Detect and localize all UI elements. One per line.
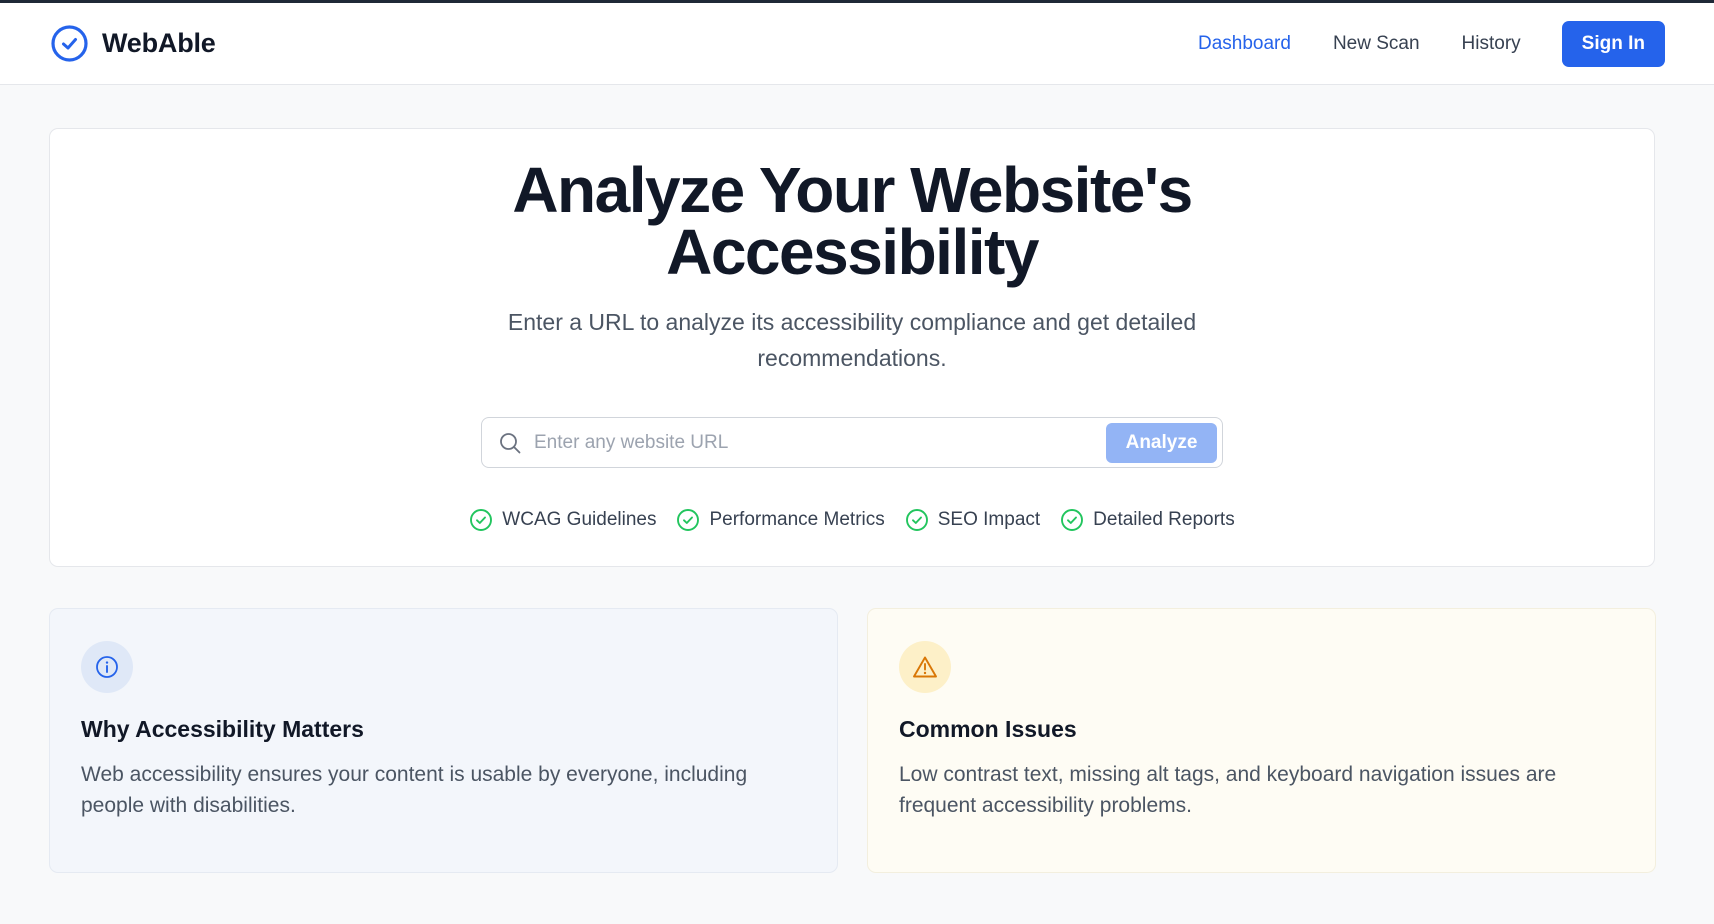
hero-subtitle-line: Enter a URL to analyze its accessibility…: [507, 309, 1197, 335]
check-circle-icon: [676, 508, 700, 532]
card-title: Why Accessibility Matters: [81, 716, 364, 742]
search-icon: [498, 431, 522, 455]
nav-new-scan[interactable]: New Scan: [1333, 33, 1420, 55]
hero-title-line: Analyze Your Website's: [512, 154, 1193, 226]
check-circle-icon: [905, 508, 929, 532]
feature-item: SEO Impact: [905, 508, 1040, 532]
url-input[interactable]: [534, 418, 1106, 467]
sign-in-button[interactable]: Sign In: [1561, 20, 1665, 67]
card-text: Low contrast text, missing alt tags, and…: [899, 759, 1625, 821]
check-circle-icon: [1060, 508, 1084, 532]
feature-label: Performance Metrics: [709, 509, 885, 530]
feature-label: Detailed Reports: [1093, 509, 1235, 530]
feature-label: SEO Impact: [937, 509, 1041, 530]
check-circle-icon: [50, 24, 89, 63]
card-text: Web accessibility ensures your content i…: [81, 759, 807, 821]
info-card-common-issues: Common Issues Low contrast text, missing…: [867, 608, 1656, 873]
card-text-line: Low contrast text, missing alt tags, and…: [899, 763, 1557, 786]
brand[interactable]: WebAble: [50, 24, 216, 63]
feature-item: WCAG Guidelines: [469, 508, 656, 532]
feature-item: Detailed Reports: [1060, 508, 1235, 532]
hero-subtitle-line: recommendations.: [757, 345, 947, 371]
hero-title: Analyze Your Website's Accessibility: [50, 154, 1654, 288]
feature-list: WCAG Guidelines Performance Metrics SEO …: [50, 508, 1654, 532]
hero-panel: Analyze Your Website's Accessibility Ent…: [49, 128, 1655, 567]
card-text-line: frequent accessibility problems.: [899, 794, 1192, 817]
card-text-line: people with disabilities.: [81, 794, 296, 817]
check-circle-icon: [469, 508, 493, 532]
hero-subtitle: Enter a URL to analyze its accessibility…: [50, 304, 1654, 376]
nav-history[interactable]: History: [1462, 33, 1521, 55]
top-navbar: WebAble Dashboard New Scan History Sign …: [0, 3, 1714, 85]
card-text-line: Web accessibility ensures your content i…: [81, 763, 748, 786]
feature-item: Performance Metrics: [676, 508, 885, 532]
card-title: Common Issues: [899, 716, 1077, 742]
warning-icon: [899, 641, 951, 693]
info-icon: [81, 641, 133, 693]
nav-dashboard[interactable]: Dashboard: [1198, 33, 1291, 55]
url-search-box: Analyze: [481, 417, 1223, 468]
brand-name: WebAble: [102, 28, 216, 58]
hero-title-line: Accessibility: [666, 216, 1039, 288]
info-card-why-accessibility: Why Accessibility Matters Web accessibil…: [49, 608, 838, 873]
main-nav: Dashboard New Scan History Sign In: [1156, 20, 1665, 67]
feature-label: WCAG Guidelines: [502, 509, 657, 530]
page: WebAble Dashboard New Scan History Sign …: [0, 0, 1714, 924]
analyze-button[interactable]: Analyze: [1106, 422, 1217, 463]
